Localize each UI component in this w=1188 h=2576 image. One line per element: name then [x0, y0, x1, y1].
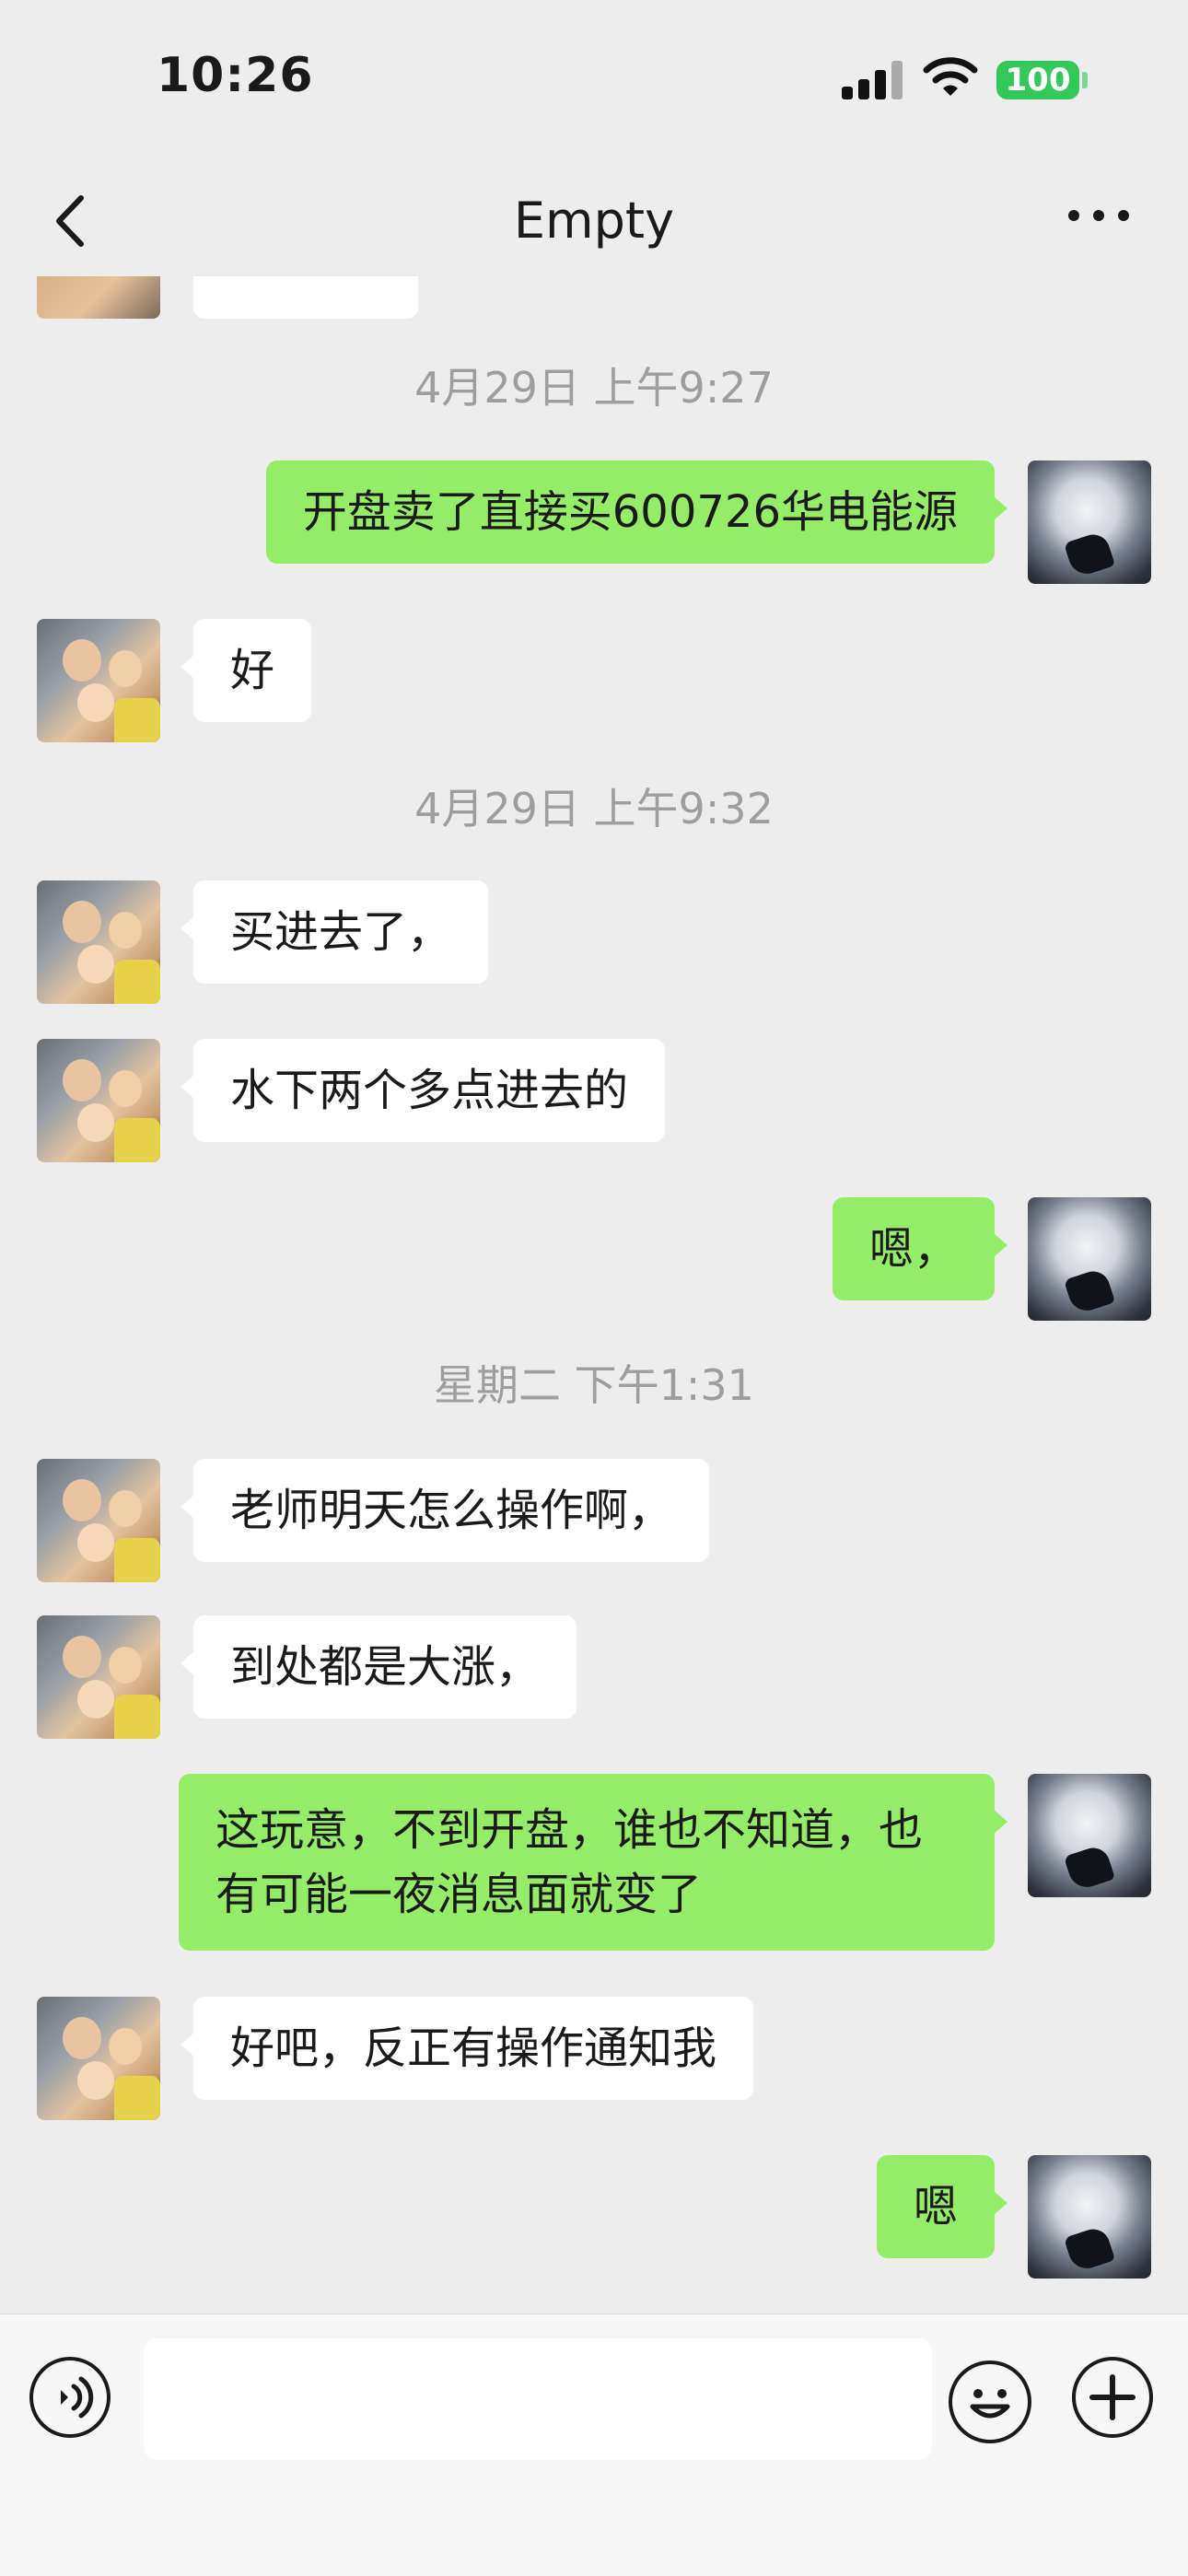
voice-glyph	[61, 2376, 94, 2419]
message-bubble-received[interactable]: 水下两个多点进去的	[180, 1039, 666, 1142]
my-avatar[interactable]	[1028, 1197, 1151, 1321]
status-time: 10:26	[157, 48, 314, 103]
message-bubble-sent[interactable]: 这玩意，不到开盘，谁也不知道，也有可能一夜消息面就变了	[179, 1774, 1007, 1951]
message-input[interactable]	[144, 2338, 932, 2460]
contact-avatar[interactable]	[37, 1997, 160, 2120]
emoji-glyph	[970, 2389, 1010, 2419]
cellular-signal-icon	[842, 61, 903, 99]
message-bubble-sent[interactable]: 开盘卖了直接买600726华电能源	[265, 460, 1008, 564]
battery-tip	[1082, 72, 1088, 88]
status-bar: 10:26 100	[0, 0, 1188, 147]
message-bubble-sent[interactable]: 嗯，	[832, 1197, 1008, 1300]
contact-avatar[interactable]	[37, 1039, 160, 1162]
more-dots-icon[interactable]	[1068, 210, 1129, 230]
my-avatar[interactable]	[1028, 2155, 1151, 2279]
contact-avatar[interactable]	[37, 619, 160, 742]
voice-icon[interactable]	[29, 2357, 111, 2438]
my-avatar[interactable]	[1028, 1774, 1151, 1897]
input-bar	[0, 2314, 1188, 2576]
message-bubble-partial[interactable]	[193, 276, 418, 319]
nav-bar: Empty	[0, 157, 1188, 286]
contact-avatar[interactable]	[37, 1459, 160, 1582]
message-bubble-received[interactable]: 好吧，反正有操作通知我	[180, 1997, 754, 2100]
chat-title: Empty	[513, 192, 675, 250]
my-avatar[interactable]	[1028, 460, 1151, 584]
wifi-icon	[923, 57, 978, 96]
message-bubble-received[interactable]: 到处都是大涨，	[180, 1615, 577, 1719]
timestamp: 星期二 下午1:31	[434, 1360, 754, 1410]
chat-message-list[interactable]: 4月29日 上午9:27 开盘卖了直接买600726华电能源 好 4月29日 上…	[0, 276, 1188, 2312]
message-bubble-sent[interactable]: 嗯	[876, 2155, 1008, 2258]
timestamp: 4月29日 上午9:32	[414, 784, 774, 833]
contact-avatar[interactable]	[37, 276, 160, 319]
contact-avatar[interactable]	[37, 880, 160, 1004]
contact-avatar[interactable]	[37, 1615, 160, 1739]
message-bubble-received[interactable]: 买进去了，	[180, 880, 489, 984]
plus-glyph	[1089, 2374, 1136, 2420]
battery-icon: 100	[996, 61, 1079, 99]
message-bubble-received[interactable]: 好	[180, 619, 312, 722]
timestamp: 4月29日 上午9:27	[414, 363, 774, 413]
plus-icon[interactable]	[1072, 2357, 1153, 2438]
message-bubble-received[interactable]: 老师明天怎么操作啊，	[180, 1459, 710, 1562]
emoji-icon[interactable]	[949, 2360, 1031, 2443]
